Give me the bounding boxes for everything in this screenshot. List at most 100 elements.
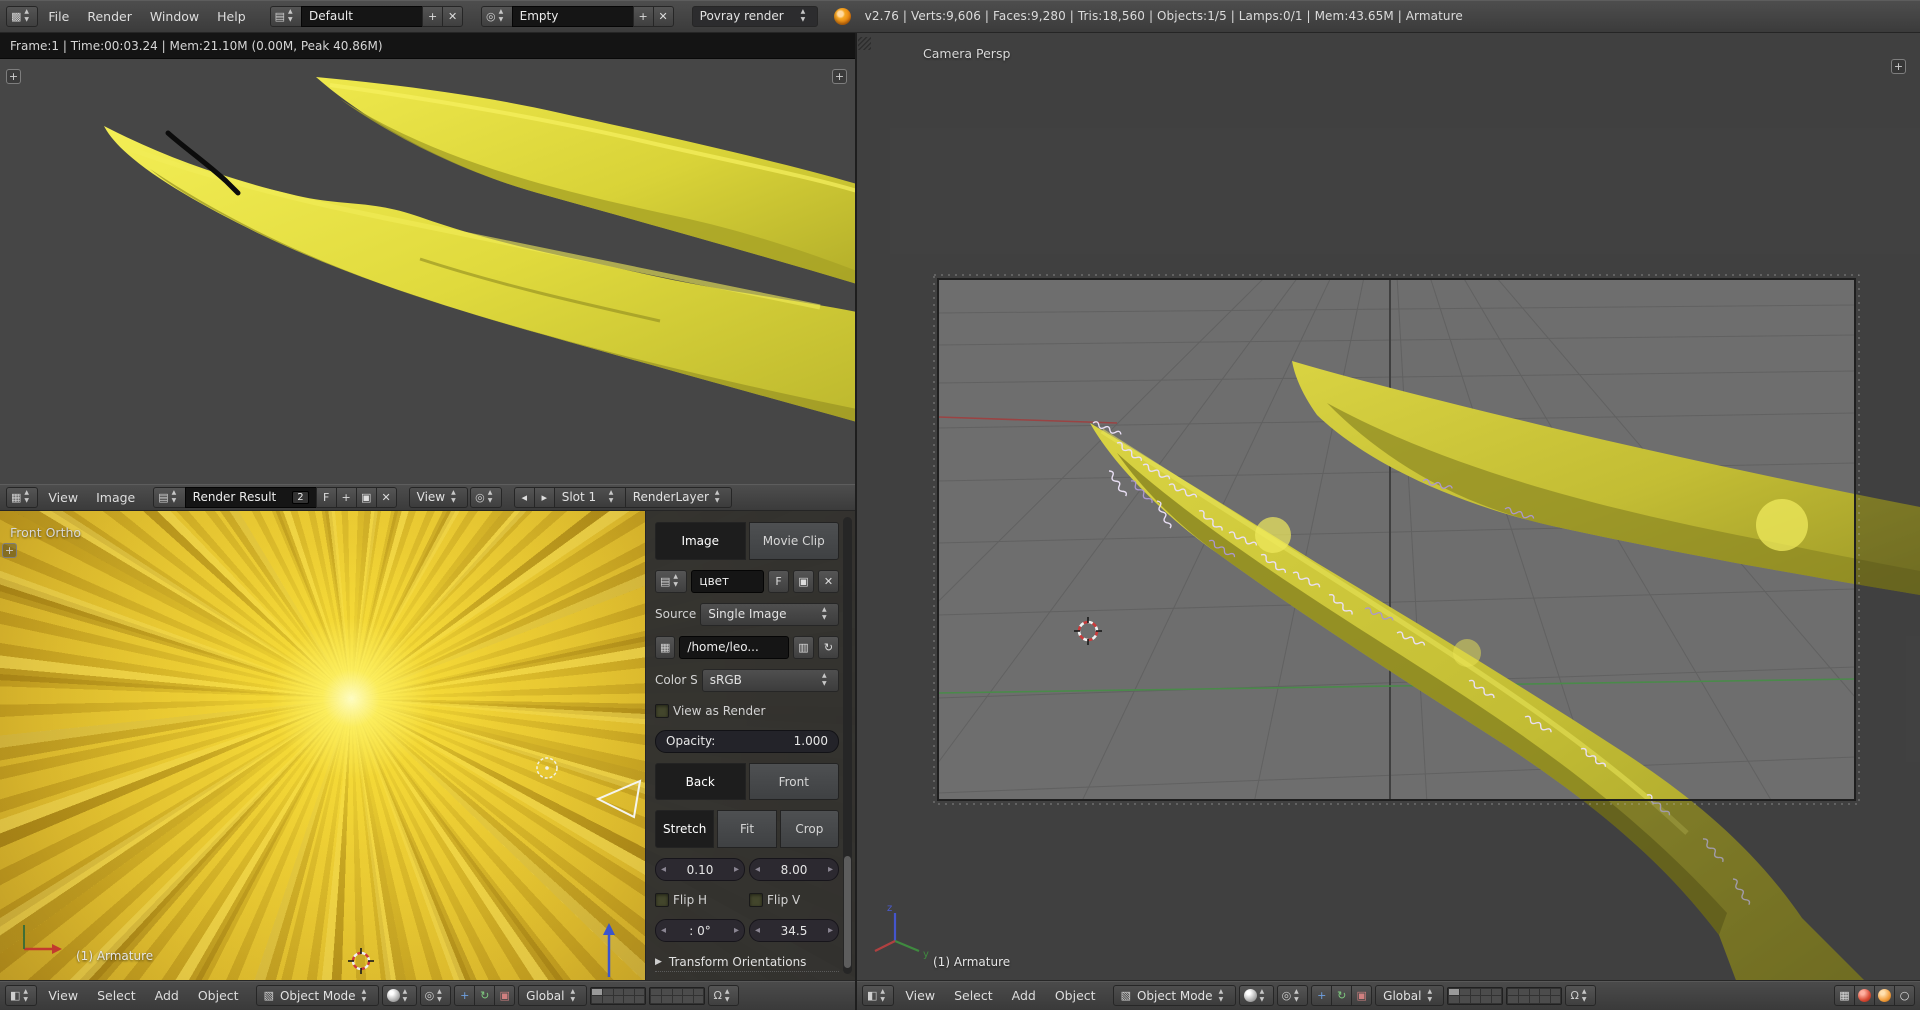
scale-manipulator-button[interactable]: ▣ xyxy=(494,985,515,1006)
users-count-badge[interactable]: 2 xyxy=(292,491,308,504)
scale-manipulator-button[interactable]: ▣ xyxy=(1351,985,1372,1006)
screen-layout-browse-button[interactable]: ▤ xyxy=(270,6,302,27)
region-expand-plus-icon[interactable]: + xyxy=(1891,59,1906,74)
opacity-slider[interactable]: Opacity: 1.000 xyxy=(655,730,839,753)
depth-back-button[interactable]: Back xyxy=(655,763,746,801)
viewport-shading-button[interactable] xyxy=(382,985,417,1006)
scene-name-field[interactable]: Empty xyxy=(512,6,634,27)
image-name-field[interactable]: Render Result 2 xyxy=(185,487,317,508)
area-splitter[interactable] xyxy=(855,33,857,1010)
pack-image-button[interactable]: ▣ xyxy=(793,570,814,593)
mode-dropdown[interactable]: ▧ Object Mode xyxy=(1113,985,1236,1006)
close-scene-button[interactable]: ✕ xyxy=(653,6,674,27)
file-path-field[interactable]: /home/leo... xyxy=(679,636,789,659)
stepper-right-icon[interactable]: ▸ xyxy=(828,864,833,875)
new-image-button[interactable]: + xyxy=(336,487,357,508)
editor-type-button-3dview[interactable]: ◧ xyxy=(5,985,37,1006)
editor-type-button-info[interactable]: ▩ xyxy=(6,6,38,27)
flip-v-checkbox[interactable] xyxy=(749,893,763,907)
display-mode-dropdown[interactable]: View xyxy=(409,487,468,508)
opengl-render-still-button[interactable]: ▦ xyxy=(1834,985,1855,1006)
viewport-camera-region[interactable]: z y Camera Persp (1) Armature + xyxy=(857,33,1920,980)
add-scene-button[interactable]: + xyxy=(633,6,654,27)
menu-window[interactable]: Window xyxy=(142,9,207,24)
menu-object[interactable]: Object xyxy=(1047,988,1104,1003)
add-screen-layout-button[interactable]: + xyxy=(422,6,443,27)
next-slot-button[interactable]: ▸ xyxy=(534,487,555,508)
scene-browse-button[interactable]: ◎ xyxy=(481,6,513,27)
layers-grid[interactable] xyxy=(1447,987,1503,1005)
menu-file[interactable]: File xyxy=(40,9,77,24)
scrollbar-thumb[interactable] xyxy=(844,856,851,968)
frame-stretch-button[interactable]: Stretch xyxy=(655,810,714,848)
image-preview-button[interactable]: ▦ xyxy=(655,636,675,659)
screen-layout-field[interactable]: Default xyxy=(301,6,423,27)
stepper-right-icon[interactable]: ▸ xyxy=(734,864,739,875)
translate-manipulator-button[interactable]: + xyxy=(1311,985,1332,1006)
fake-user-button[interactable]: F xyxy=(768,570,789,593)
frame-crop-button[interactable]: Crop xyxy=(780,810,839,848)
reload-image-button[interactable]: ↻ xyxy=(818,636,839,659)
size-stepper[interactable]: ◂ 8.00 ▸ xyxy=(749,858,839,881)
image-browse-button[interactable]: ▤ xyxy=(655,570,687,593)
menu-view[interactable]: View xyxy=(897,988,943,1003)
region-expand-plus-icon[interactable]: + xyxy=(832,69,847,84)
angle-stepper[interactable]: ◂ 34.5 ▸ xyxy=(749,919,839,942)
pivot-point-button[interactable]: ◎ xyxy=(470,487,502,508)
image-name-field[interactable]: цвет xyxy=(691,570,764,593)
depth-front-button[interactable]: Front xyxy=(749,763,840,801)
distance-stepper[interactable]: ◂ 0.10 ▸ xyxy=(655,858,745,881)
menu-select[interactable]: Select xyxy=(89,988,144,1003)
translate-manipulator-button[interactable]: + xyxy=(454,985,475,1006)
editor-type-button-image[interactable]: ▦ xyxy=(6,487,38,508)
snap-button[interactable]: Ω xyxy=(1565,985,1595,1006)
image-browse-button[interactable]: ▤ xyxy=(153,487,185,508)
stepper-left-icon[interactable]: ◂ xyxy=(755,925,760,936)
pivot-point-button[interactable]: ◎ xyxy=(1277,985,1309,1006)
region-expand-plus-icon[interactable]: + xyxy=(2,543,17,558)
prev-slot-button[interactable]: ◂ xyxy=(514,487,535,508)
render-engine-dropdown[interactable]: Povray render xyxy=(692,6,818,27)
slot-dropdown[interactable]: Slot 1 xyxy=(554,487,626,508)
render-layer-dropdown[interactable]: RenderLayer xyxy=(625,487,732,508)
unlink-image-button[interactable]: ✕ xyxy=(376,487,397,508)
view-as-render-checkbox[interactable] xyxy=(655,704,669,718)
source-dropdown[interactable]: Single Image xyxy=(700,603,839,626)
tab-movie-clip[interactable]: Movie Clip xyxy=(749,522,840,560)
menu-image[interactable]: Image xyxy=(88,490,143,505)
rotate-manipulator-button[interactable]: ↻ xyxy=(474,985,495,1006)
stepper-left-icon[interactable]: ◂ xyxy=(661,925,666,936)
rotate-manipulator-button[interactable]: ↻ xyxy=(1331,985,1352,1006)
open-file-button[interactable]: ▥ xyxy=(793,636,814,659)
close-screen-layout-button[interactable]: ✕ xyxy=(442,6,463,27)
armature-bone[interactable] xyxy=(603,923,615,977)
tab-image[interactable]: Image xyxy=(655,522,746,560)
menu-add[interactable]: Add xyxy=(1004,988,1044,1003)
layers-grid[interactable] xyxy=(649,987,705,1005)
snap-button[interactable]: Ω xyxy=(708,985,738,1006)
rotation-stepper[interactable]: ◂ : 0° ▸ xyxy=(655,919,745,942)
menu-view[interactable]: View xyxy=(40,490,86,505)
flip-h-checkbox[interactable] xyxy=(655,893,669,907)
stepper-right-icon[interactable]: ▸ xyxy=(734,925,739,936)
colorspace-dropdown[interactable]: sRGB xyxy=(702,669,839,692)
empty-circle-object[interactable] xyxy=(537,758,557,778)
menu-add[interactable]: Add xyxy=(147,988,187,1003)
viewport-shading-button[interactable] xyxy=(1239,985,1274,1006)
proportional-edit-button[interactable]: ○ xyxy=(1894,985,1915,1006)
opengl-render-anim-button[interactable] xyxy=(1854,985,1875,1006)
pivot-point-button[interactable]: ◎ xyxy=(420,985,452,1006)
layers-grid[interactable] xyxy=(1506,987,1562,1005)
transform-orientation-dropdown[interactable]: Global xyxy=(1375,985,1444,1006)
panel-scrollbar[interactable] xyxy=(843,517,852,974)
unlink-image-button[interactable]: ✕ xyxy=(818,570,839,593)
menu-render[interactable]: Render xyxy=(79,9,140,24)
frame-fit-button[interactable]: Fit xyxy=(717,810,776,848)
fake-user-button[interactable]: F xyxy=(316,487,337,508)
layers-grid[interactable] xyxy=(590,987,646,1005)
mode-dropdown[interactable]: ▧ Object Mode xyxy=(256,985,379,1006)
material-preview-button[interactable] xyxy=(1874,985,1895,1006)
menu-select[interactable]: Select xyxy=(946,988,1001,1003)
stepper-right-icon[interactable]: ▸ xyxy=(828,925,833,936)
menu-help[interactable]: Help xyxy=(209,9,254,24)
